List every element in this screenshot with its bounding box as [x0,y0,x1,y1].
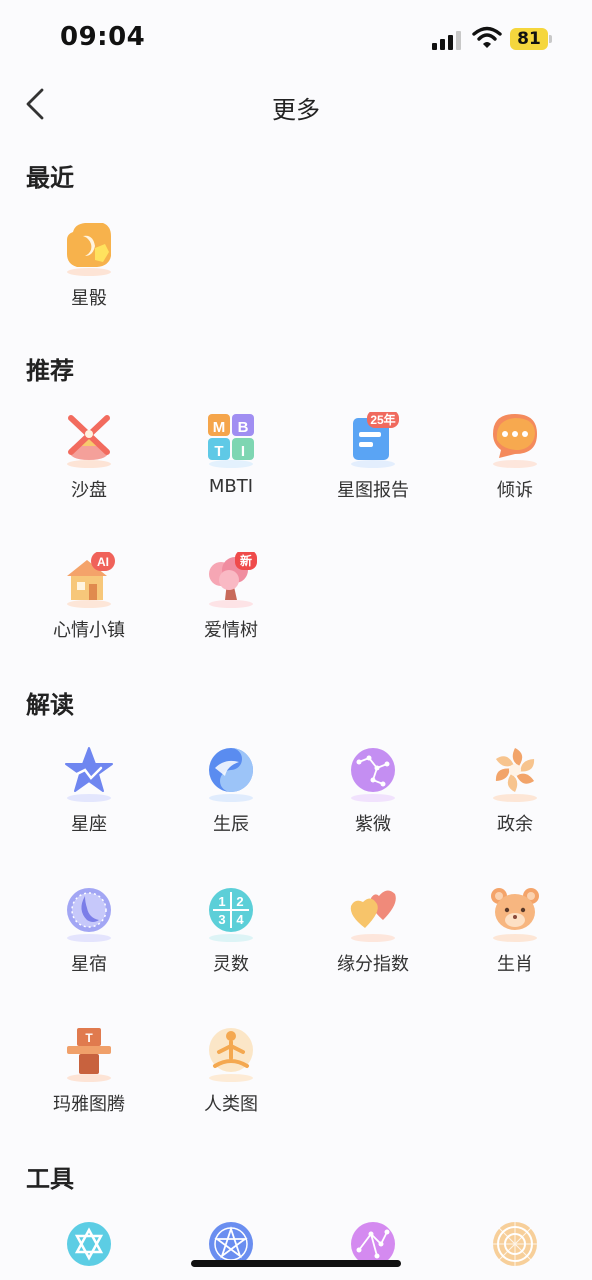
grid-label: 星宿 [71,954,107,975]
totem-icon: T [67,1028,111,1082]
report-icon: 25年 [351,412,399,468]
grid-label: 心情小镇 [53,620,125,641]
ai-badge: AI [97,555,109,569]
mbti-letter: B [238,419,249,436]
grid-item-tool-pentagram[interactable] [160,1220,302,1280]
grid-label: 政余 [497,814,533,835]
mouse-icon [491,888,539,942]
grid-label: 星座 [71,814,107,835]
section-title-recommend: 推荐 [26,357,74,385]
grid-item-birth[interactable]: 生辰 [160,746,302,866]
new-badge: 新 [240,553,252,568]
totem-mark: T [85,1031,93,1045]
grid-item-report[interactable]: 25年 星图报告 [302,412,444,532]
grid-label: 生辰 [213,814,249,835]
grid-label: MBTI [208,476,254,497]
grid-item-mbti[interactable]: M B T I MBTI [160,412,302,532]
chat-bubble-icon [493,414,537,468]
town-house-icon: AI [67,552,115,608]
numerology-digit: 3 [218,912,225,927]
status-bar: 09:04 81 [0,0,592,76]
section-title-reading: 解读 [26,691,74,719]
grid-item-zodiac[interactable]: 星座 [18,746,160,866]
grid-item-maya-totem[interactable]: T 玛雅图腾 [18,1026,160,1146]
grid-item-dice[interactable]: 星骰 [18,220,160,340]
constellation-icon [351,748,395,802]
grid-item-zhengyu[interactable]: 政余 [444,746,586,866]
grid-item-tool-hexagram[interactable] [18,1220,160,1280]
wifi-icon [472,26,502,48]
star-icon [65,747,113,802]
grid-item-confide[interactable]: 倾诉 [444,412,586,532]
mbti-icon: M B T I [208,414,254,468]
grid-label: 爱情树 [204,620,258,641]
section-title-recent: 最近 [26,164,74,192]
grid-label: 缘分指数 [337,954,409,975]
numerology-digit: 4 [236,912,244,927]
grid-item-mood-town[interactable]: AI 心情小镇 [18,552,160,672]
report-badge: 25年 [370,412,395,427]
mbti-letter: T [214,443,223,460]
grid-item-ziwei[interactable]: 紫微 [302,746,444,866]
battery-indicator: 81 [510,28,552,50]
grid-label: 紫微 [355,814,391,835]
grid-item-sandbox[interactable]: 沙盘 [18,412,160,532]
grid-item-tool-star-map[interactable] [302,1220,444,1280]
dice-icon [67,223,111,276]
compass-wheel-icon [493,1222,537,1266]
battery-level: 81 [517,29,541,49]
grid-label: 人类图 [204,1094,258,1115]
grid-label: 倾诉 [497,480,533,501]
sandbox-windmill-icon [67,415,111,468]
home-indicator[interactable] [191,1260,401,1267]
numerology-digit: 1 [218,894,225,909]
grid-item-love-tree[interactable]: 新 爱情树 [160,552,302,672]
grid-item-tool-compass[interactable] [444,1220,586,1280]
mbti-letter: I [241,443,245,460]
page-title: 更多 [272,96,320,124]
grid-item-numerology[interactable]: 1 2 3 4 灵数 [160,886,302,1006]
grid-label: 玛雅图腾 [53,1094,125,1115]
yin-yang-icon [209,748,253,802]
mbti-letter: M [213,419,226,436]
human-meditate-icon [209,1028,253,1082]
numerology-digit: 2 [236,894,243,909]
grid-label: 星骰 [71,288,107,309]
hexagram-icon [67,1222,111,1266]
numbers-icon: 1 2 3 4 [209,888,253,942]
section-title-tools: 工具 [26,1165,74,1193]
star-map-icon [351,1222,395,1266]
moon-dial-icon [67,888,111,942]
grid-item-xingxiu[interactable]: 星宿 [18,886,160,1006]
pentagram-wheel-icon [209,1222,253,1266]
status-time: 09:04 [60,22,146,52]
grid-label: 沙盘 [71,480,107,501]
flower-wheel-icon [493,748,537,802]
grid-item-zodiac-animal[interactable]: 生肖 [444,886,586,1006]
nav-bar: 更多 [0,80,592,134]
grid-item-human-design[interactable]: 人类图 [160,1026,302,1146]
signal-icon [432,31,461,50]
grid-item-fate-index[interactable]: 缘分指数 [302,886,444,1006]
grid-label: 星图报告 [337,480,409,501]
hearts-icon [350,890,396,942]
grid-label: 生肖 [497,954,533,975]
love-tree-icon: 新 [209,552,257,608]
grid-label: 灵数 [213,954,249,975]
